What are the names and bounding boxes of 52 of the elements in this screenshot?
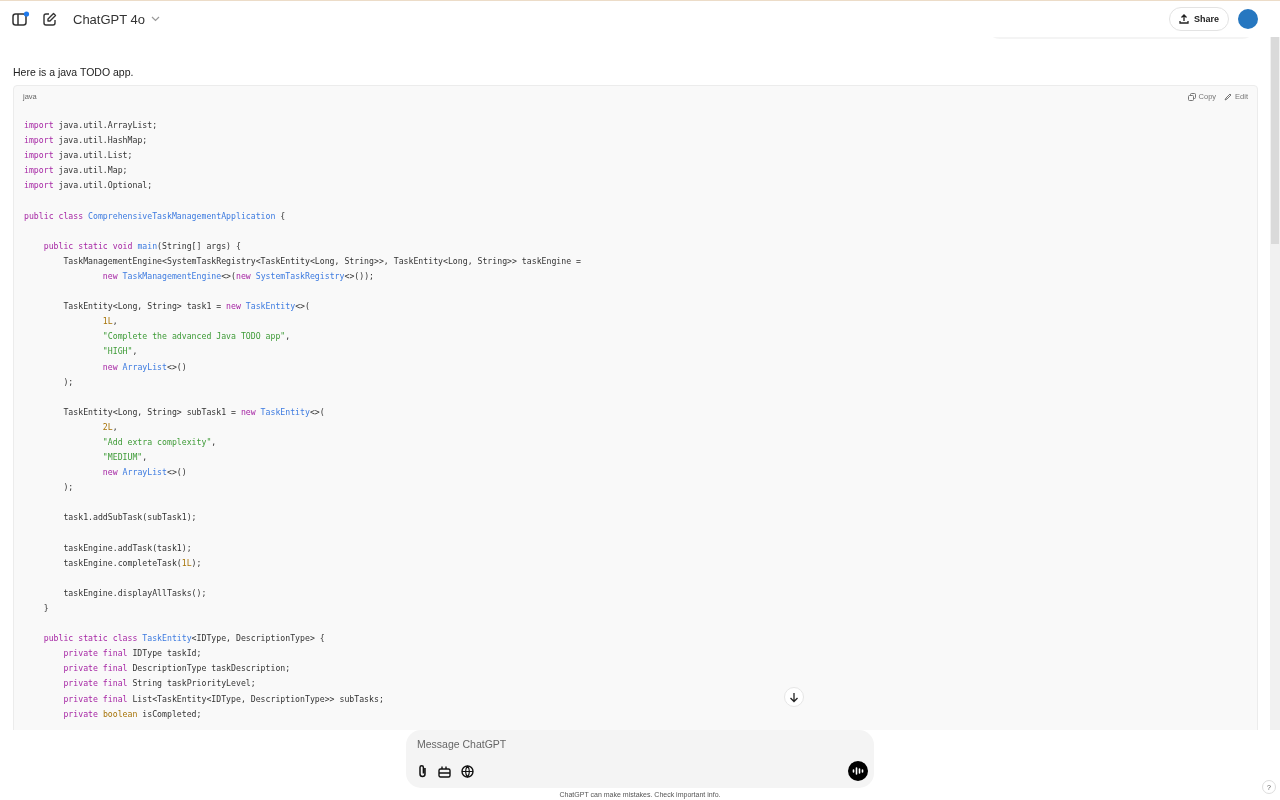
code-line: import java.util.Optional;: [24, 179, 153, 193]
code-line: new TaskManagementEngine<>(new SystemTaskRegistry<>());: [101, 269, 375, 283]
code-line: "Add extra complexity",: [101, 435, 217, 449]
globe-icon[interactable]: [461, 764, 474, 778]
code-line: taskEngine.addTask(task1);: [62, 541, 192, 555]
scrollbar[interactable]: [1270, 37, 1280, 730]
copy-icon: [1187, 92, 1196, 101]
code-line: taskEngine.displayAllTasks();: [62, 586, 207, 600]
code-line: private final String taskPriorityLevel;: [62, 677, 256, 691]
message-composer[interactable]: Message ChatGPT: [406, 730, 874, 788]
reply-text: Here is a java TODO app.: [13, 66, 135, 78]
code-line: }: [42, 602, 49, 615]
code-line: public static void main(String[] args) {: [42, 239, 241, 253]
toolbox-icon[interactable]: [438, 764, 451, 778]
code-line: public static class TaskEntity<IDType, DescriptionType> {: [42, 632, 325, 646]
avatar[interactable]: [1238, 9, 1258, 29]
code-line: "Complete the advanced Java TODO app",: [101, 330, 291, 344]
code-line: TaskEntity<Long, String> subTask1 = new TaskEntity<>(: [62, 405, 325, 419]
code-line: import java.util.List;: [24, 149, 133, 163]
code-line: taskEngine.completeTask(1L);: [62, 556, 202, 570]
share-button[interactable]: Share: [1169, 7, 1229, 31]
scrollbar-thumb[interactable]: [1271, 37, 1279, 244]
code-line: new ArrayList<>(): [101, 466, 187, 480]
code-line: "MEDIUM",: [101, 451, 148, 465]
voice-button[interactable]: [848, 761, 868, 781]
code-line: );: [62, 375, 74, 389]
code-line: import java.util.HashMap;: [24, 134, 148, 148]
paperclip-icon[interactable]: [417, 764, 428, 778]
code-line: TaskEntity<Long, String> task1 = new TaskEntity<>(: [62, 300, 310, 314]
code-line: private final DescriptionType taskDescription;: [62, 662, 291, 676]
upload-icon: [1179, 14, 1189, 24]
pencil-icon: [1224, 92, 1233, 101]
code-line: import java.util.Map;: [24, 164, 128, 178]
code-line: import java.util.ArrayList;: [24, 119, 158, 132]
sidebar-toggle-icon[interactable]: [12, 11, 30, 27]
message-input[interactable]: Message ChatGPT: [417, 738, 868, 750]
code-line: task1.addSubTask(subTask1);: [62, 511, 197, 525]
code-line: private final List<TaskEntity<IDType, DescriptionType>> subTasks;: [62, 692, 384, 706]
code-line: public class ComprehensiveTaskManagementApplication {: [24, 209, 286, 223]
code-line: );: [62, 481, 74, 495]
sound-wave-icon: [852, 766, 864, 776]
code-line: private final IDType taskId;: [62, 647, 202, 661]
code-line: 1L,: [101, 315, 118, 329]
model-selector[interactable]: ChatGPT 4o: [69, 11, 165, 27]
code-line: 2L,: [101, 420, 118, 434]
new-chat-icon[interactable]: [42, 11, 57, 27]
caret-icon: [151, 16, 161, 22]
code-line: private boolean isCompleted;: [62, 707, 202, 721]
arrow-down-icon: [789, 691, 799, 703]
code-line: new ArrayList<>(): [101, 360, 187, 374]
code-line: TaskManagementEngine<SystemTaskRegistry<TaskEntity<Long, String>>, TaskEntity<Long, String>> taskEngine =: [62, 254, 581, 268]
code-line: "HIGH",: [101, 345, 138, 359]
